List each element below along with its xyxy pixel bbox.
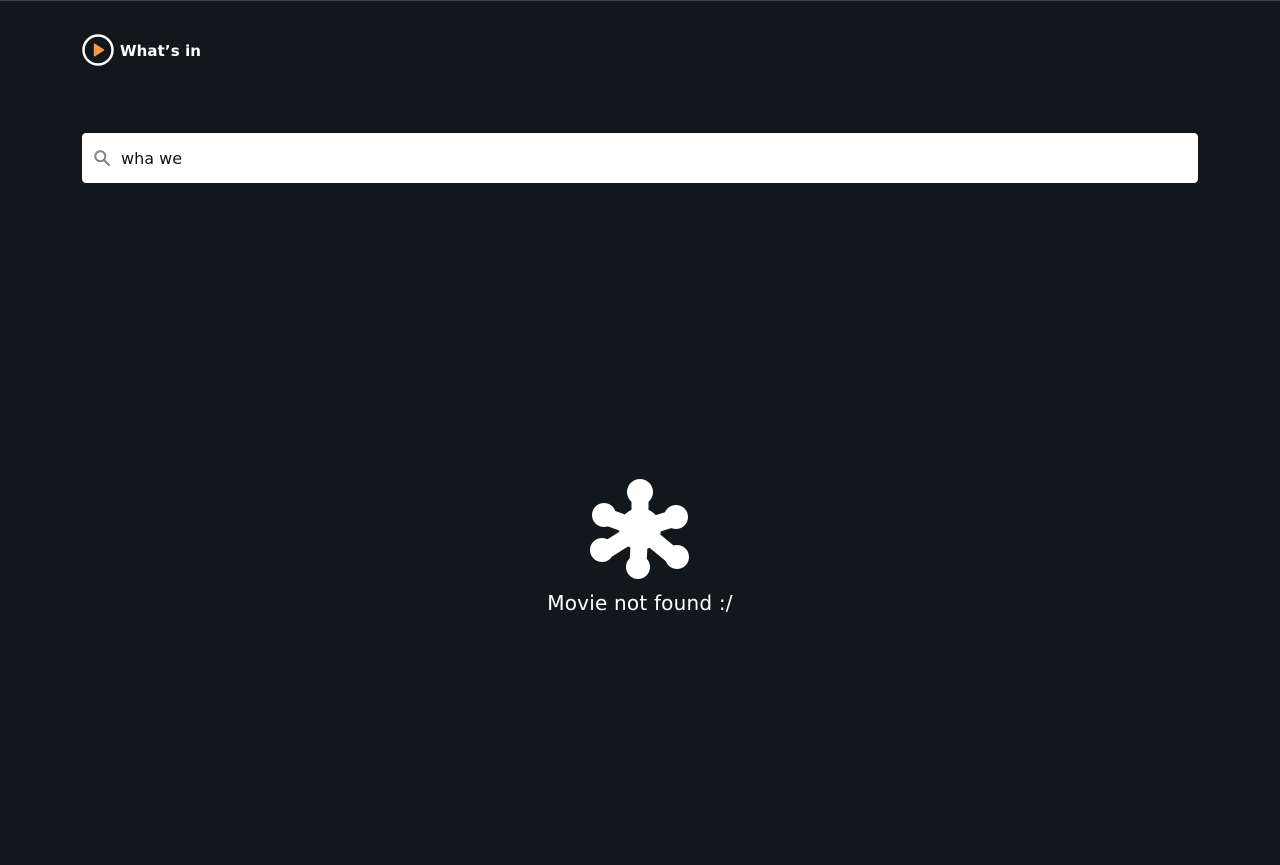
- empty-state-message: Movie not found :/: [547, 591, 733, 615]
- play-circle-icon: [82, 34, 114, 66]
- logo-text: What’s in: [120, 42, 202, 60]
- logo-link[interactable]: What’s in: [82, 33, 201, 67]
- splat-icon: [590, 479, 689, 579]
- search-icon: [94, 150, 111, 167]
- search-bar[interactable]: [82, 133, 1198, 183]
- empty-state: Movie not found :/: [0, 477, 1280, 615]
- app-page: What’s in Mo: [0, 0, 1280, 865]
- search-input[interactable]: [121, 133, 1186, 183]
